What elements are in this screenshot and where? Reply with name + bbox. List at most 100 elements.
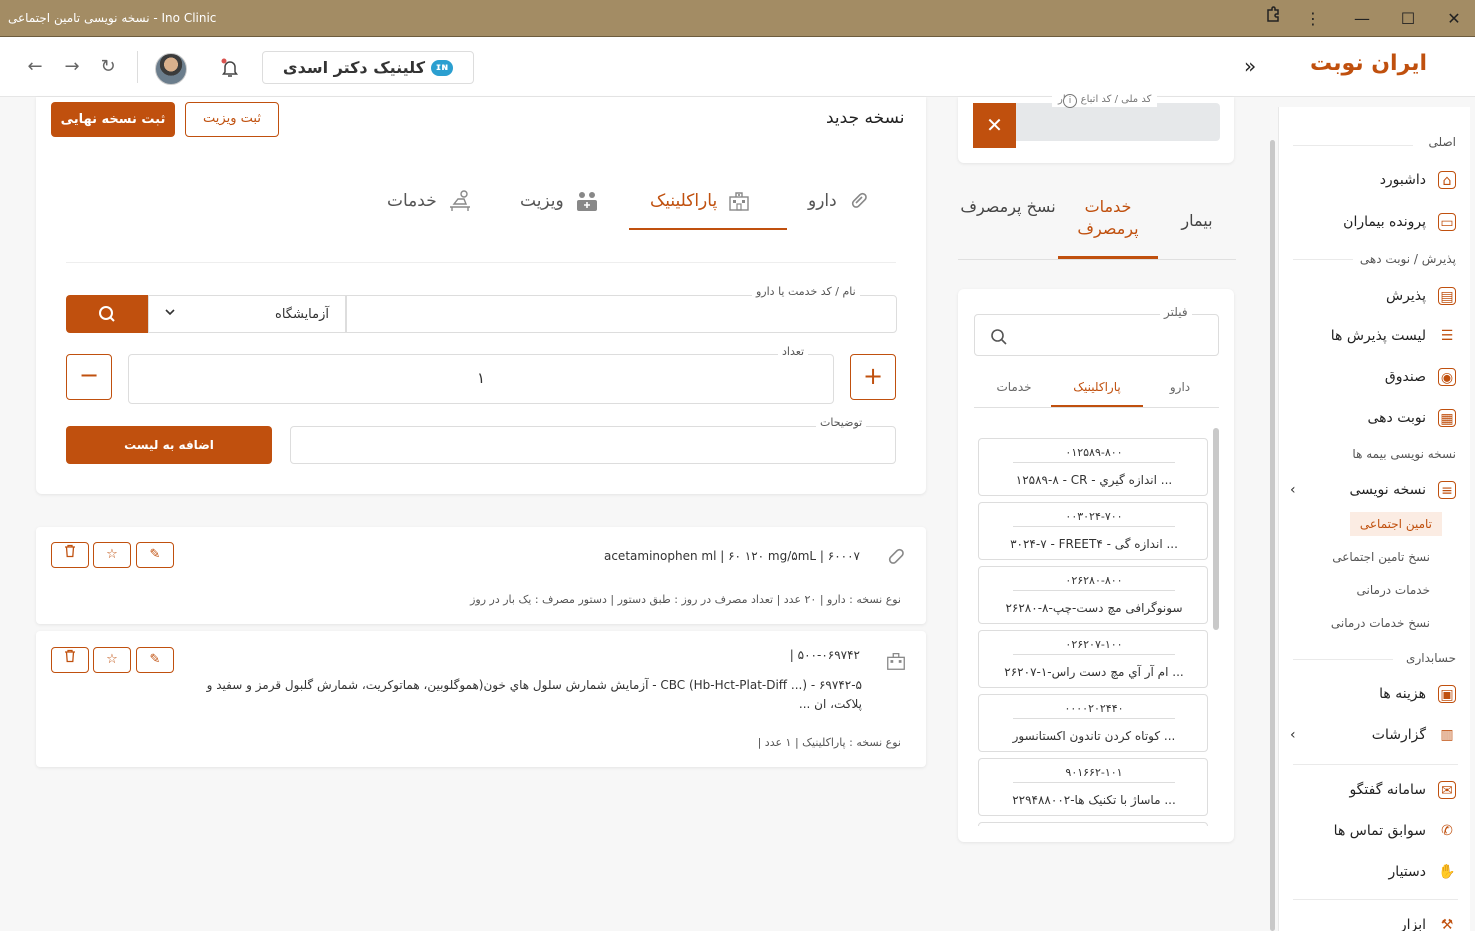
sidebar-section-insurance: نسخه نویسی بیمه ها xyxy=(1352,447,1456,461)
tab-frequent-services[interactable]: خدمات پرمصرف xyxy=(1060,196,1156,240)
divider xyxy=(1013,718,1175,719)
window-title: نسخه نویسی تامین اجتماعی - Ino Clinic xyxy=(8,11,217,25)
calculator-icon: ▣ xyxy=(1438,685,1456,703)
brand-logo: ایران نوبت xyxy=(1310,51,1428,76)
sidebar-item-appointments[interactable]: ▦ نوبت دهی xyxy=(1286,405,1456,431)
sidebar-item-label: سامانه گفتگو xyxy=(1349,782,1426,798)
divider xyxy=(66,262,896,263)
list-item[interactable]: ۰۲۶۲۰۷-۱۰۰ ۲۶۲۰۷-۱-ام آر آي مچ دست راس .… xyxy=(978,630,1208,688)
clinic-logo-icon: ɪɴ xyxy=(431,60,453,76)
clear-icon[interactable]: ✕ xyxy=(973,103,1016,148)
extensions-icon[interactable] xyxy=(1260,6,1286,32)
delete-button[interactable] xyxy=(51,647,89,673)
maximize-icon[interactable]: ☐ xyxy=(1395,6,1421,32)
clinic-selector[interactable]: کلینیک دکتر اسدی ɪɴ xyxy=(262,51,474,84)
hospital-icon xyxy=(727,189,751,213)
sidebar-section-accounting: حسابداری xyxy=(1406,651,1456,665)
phone-icon: ✆ xyxy=(1441,823,1453,839)
calendar-icon: ▦ xyxy=(1438,409,1456,427)
service-search-input[interactable] xyxy=(346,295,897,333)
list-item[interactable] xyxy=(978,822,1208,826)
description-label: توضیحات xyxy=(816,416,867,429)
item-code: ۰۲۶۲۰۷-۱۰۰ xyxy=(1065,638,1123,651)
service-type-select[interactable]: آزمایشگاه xyxy=(148,295,346,333)
sidebar-item-tools[interactable]: ⚒ ابزار xyxy=(1286,912,1456,931)
sidebar-item-chat[interactable]: ✉ سامانه گفتگو xyxy=(1286,777,1456,803)
list-item[interactable]: ۰۰۳۰۲۴-۷۰۰ ۳۰۲۴-۷ - FREET۴ - اندازه گی .… xyxy=(978,502,1208,560)
close-window-icon[interactable]: ✕ xyxy=(1441,6,1467,32)
sidebar-item-reception-list[interactable]: ☰ لیست پذیرش ها xyxy=(1286,323,1456,349)
bar-chart-icon: ▥ xyxy=(1440,727,1454,743)
list-item[interactable]: ۰۰۰۰۲۰۲۴۴۰ کوتاه کردن تاندون اکستانسور .… xyxy=(978,694,1208,752)
search-icon[interactable] xyxy=(990,328,1008,346)
document-icon: ≡ xyxy=(1438,481,1456,499)
back-icon[interactable]: ← xyxy=(23,56,47,80)
increase-button[interactable]: + xyxy=(850,354,896,400)
edit-button[interactable]: ✎ xyxy=(136,647,174,673)
delete-button[interactable] xyxy=(51,542,89,568)
avatar[interactable] xyxy=(155,53,187,85)
more-menu-icon[interactable]: ⋮ xyxy=(1300,6,1326,32)
tab-paraclinic[interactable]: پاراکلینیک xyxy=(650,186,751,216)
tab-frequent-rx[interactable]: نسخ پرمصرف xyxy=(960,196,1056,218)
list-item[interactable]: ۹۰۱۶۶۲-۱۰۱ ۲۲۹۴۸۸۰۰۲-ماساژ با تکنیک ها .… xyxy=(978,758,1208,816)
star-button[interactable]: ☆ xyxy=(93,542,131,568)
filter-tabs: دارو پاراکلینیک خدمات xyxy=(974,372,1219,408)
sidebar-subitem-services-rx[interactable]: نسخ خدمات درمانی xyxy=(1331,616,1430,630)
prescription-meta: نوع نسخه : پاراکلینیک | ۱ عدد | xyxy=(757,736,901,749)
list-scrollbar[interactable] xyxy=(1213,428,1219,630)
sidebar-subitem-tamin-rx[interactable]: نسخ تامین اجتماعی xyxy=(1332,550,1430,564)
info-icon[interactable]: i xyxy=(1063,94,1077,108)
window-titlebar: نسخه نویسی تامین اجتماعی - Ino Clinic ⋮ … xyxy=(0,0,1475,37)
filter-tab-drug[interactable]: دارو xyxy=(1140,380,1220,394)
decrease-button[interactable]: − xyxy=(66,354,112,400)
sidebar-item-expenses[interactable]: ▣ هزینه ها xyxy=(1286,681,1456,707)
tab-drug[interactable]: دارو xyxy=(808,186,871,216)
minimize-icon[interactable]: — xyxy=(1349,6,1375,32)
sidebar-item-assistant[interactable]: ✋ دستیار xyxy=(1286,859,1456,885)
filter-input[interactable] xyxy=(974,314,1219,356)
add-to-list-button[interactable]: اضافه به لیست xyxy=(66,426,272,464)
tab-patient[interactable]: بیمار xyxy=(1148,210,1246,232)
chat-icon: ✉ xyxy=(1438,781,1456,799)
sidebar-item-reception[interactable]: ▤ پذیرش xyxy=(1286,283,1456,309)
patient-id-input[interactable] xyxy=(1016,103,1220,141)
sidebar-item-reports[interactable]: ▥ گزارشات ‹ xyxy=(1286,722,1456,748)
save-final-button[interactable]: ثبت نسخه نهایی xyxy=(51,102,175,137)
sidebar-item-cashbox[interactable]: ◉ صندوق xyxy=(1286,364,1456,390)
sidebar-subitem-services[interactable]: خدمات درمانی xyxy=(1357,583,1430,597)
divider xyxy=(137,51,138,83)
tab-services[interactable]: خدمات xyxy=(387,186,471,216)
list-item[interactable]: ۰۱۲۵۸۹-۸۰۰ ۱۲۵۸۹-۸ - CR - اندازه گيري ..… xyxy=(978,438,1208,496)
bell-icon[interactable] xyxy=(219,57,241,79)
cash-icon: ◉ xyxy=(1438,368,1456,386)
edit-button[interactable]: ✎ xyxy=(136,542,174,568)
sidebar-section-main: اصلی xyxy=(1428,135,1457,149)
top-bar: ← → ↻ کلینیک دکتر اسدی ɪɴ » ایران نوبت xyxy=(0,37,1475,97)
forward-icon[interactable]: → xyxy=(60,56,84,80)
sidebar-item-call-history[interactable]: ✆ سوابق تماس ها xyxy=(1286,818,1456,844)
sidebar-scrollbar[interactable] xyxy=(1270,140,1275,931)
quantity-field[interactable]: ۱ xyxy=(128,354,834,404)
list-item[interactable]: ۰۲۶۲۸۰-۸۰۰ ۲۶۲۸۰-۸-سونوگرافی مچ دست-چپ xyxy=(978,566,1208,624)
sidebar-subitem-tamin[interactable]: تامین اجتماعی xyxy=(1349,512,1442,536)
star-button[interactable]: ☆ xyxy=(93,647,131,673)
save-visit-button[interactable]: ثبت ویزیت xyxy=(185,102,279,137)
search-button[interactable] xyxy=(66,295,148,333)
item-code: ۰۰۳۰۲۴-۷۰۰ xyxy=(1065,510,1123,523)
sidebar-item-patient-files[interactable]: ▭ پرونده بیماران xyxy=(1286,209,1456,235)
description-field[interactable] xyxy=(290,426,896,464)
filter-tab-paraclinic[interactable]: پاراکلینیک xyxy=(1057,380,1137,394)
sidebar-item-dashboard[interactable]: ⌂ داشبورد xyxy=(1286,167,1456,193)
sidebar-item-label: لیست پذیرش ها xyxy=(1330,328,1426,344)
refresh-icon[interactable]: ↻ xyxy=(96,56,120,80)
tab-visit[interactable]: ویزیت xyxy=(520,186,598,216)
filter-tab-services[interactable]: خدمات xyxy=(974,380,1054,394)
tab-label: ویزیت xyxy=(520,191,564,211)
sidebar-item-prescribing[interactable]: ≡ نسخه نویسی ‹ xyxy=(1286,477,1456,503)
sidebar-item-label: سوابق تماس ها xyxy=(1333,823,1426,839)
clipboard-icon: ▤ xyxy=(1438,287,1456,305)
prescription-line: ۶۰۰۰۷ | acetaminophen ml | ۶۰ ۱۲۰ mg/۵mL xyxy=(603,549,860,563)
prescription-item: ☆ ✎ ۶۰۰۰۷ | acetaminophen ml | ۶۰ ۱۲۰ mg… xyxy=(36,527,926,624)
collapse-sidebar-icon[interactable]: » xyxy=(1244,54,1256,78)
